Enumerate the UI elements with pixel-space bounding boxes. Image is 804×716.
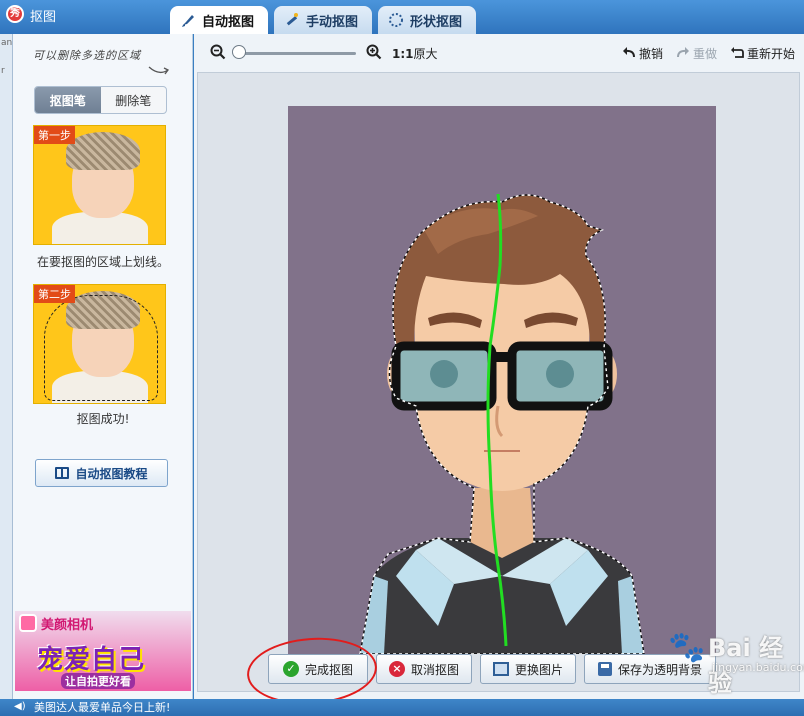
step-two-caption: 抠图成功!: [76, 412, 130, 426]
tab-auto-cutout[interactable]: 自动抠图: [170, 6, 269, 34]
edge-text: r: [1, 66, 5, 76]
tab-label: 自动抠图: [202, 14, 255, 30]
zoom-slider-track[interactable]: [234, 52, 356, 55]
ad-headline: 宠爱自己: [37, 645, 146, 675]
redo-icon: [676, 46, 690, 61]
brush-icon: [180, 12, 196, 28]
brush-tool-group: 抠图笔 删除笔: [34, 86, 167, 114]
zoom-in-icon[interactable]: [366, 44, 382, 60]
step-badge: 第二步: [34, 285, 75, 303]
photo-canvas[interactable]: [288, 106, 716, 654]
book-icon: [55, 467, 70, 479]
speaker-icon: ◀): [14, 701, 26, 712]
undo-icon: [622, 46, 636, 61]
ratio-label: 原大: [413, 47, 438, 61]
ad-banner[interactable]: 美颜相机 宠爱自己 让自拍更好看: [15, 611, 191, 691]
tab-manual-cutout[interactable]: 手动抠图: [274, 6, 373, 34]
cutout-pen-button[interactable]: 抠图笔: [35, 87, 101, 113]
tutorial-button[interactable]: 自动抠图教程: [35, 459, 168, 487]
restart-label: 重新开始: [747, 47, 796, 61]
tab-shape-cutout[interactable]: 形状抠图: [378, 6, 477, 34]
undo-button[interactable]: 撤销: [622, 45, 663, 62]
replace-label: 更换图片: [514, 662, 563, 677]
save-icon: [597, 662, 612, 676]
title-bar: 秀 抠图 自动抠图 手动抠图 形状抠图: [0, 0, 804, 34]
curved-arrow-icon: [147, 64, 171, 76]
selection-outline: [44, 295, 158, 401]
camera-app-icon: [19, 614, 37, 632]
tab-label: 手动抠图: [306, 14, 359, 30]
close-icon: ×: [388, 661, 405, 677]
window-title: 抠图: [30, 10, 57, 25]
cartoon-portrait: [359, 193, 645, 654]
replace-image-button[interactable]: 更换图片: [480, 654, 576, 684]
erase-pen-button[interactable]: 删除笔: [101, 87, 167, 113]
edge-text: an: [1, 38, 13, 48]
undo-label: 撤销: [639, 47, 664, 61]
ad-subline: 让自拍更好看: [61, 673, 135, 689]
step-one-example: 第一步: [33, 125, 166, 245]
view-toolbar: 1:1原大 撤销 重做 重新开始: [194, 34, 804, 72]
zoom-slider-thumb[interactable]: [232, 45, 246, 59]
main-area: 1:1原大 撤销 重做 重新开始 ✓ 完成抠图 × 取消抠图 更换图片 保存为透…: [194, 34, 804, 699]
restart-icon: [730, 46, 744, 61]
hint-text: 可以删除多选的区域: [33, 49, 141, 62]
left-panel: 可以删除多选的区域 抠图笔 删除笔 第一步 在要抠图的区域上划线。 第二步 抠图…: [13, 34, 193, 699]
status-text[interactable]: 美图达人最爱单品今日上新!: [34, 701, 170, 714]
paw-icon: 🐾: [668, 630, 706, 665]
baby-hat: [66, 132, 140, 170]
step-two-example: 第二步: [33, 284, 166, 404]
restart-button[interactable]: 重新开始: [730, 45, 795, 62]
image-icon: [492, 662, 509, 676]
step-one-caption: 在要抠图的区域上划线。: [36, 255, 169, 269]
shape-icon: [388, 12, 404, 28]
watermark: 🐾 Bai 经验 jingyan.baidu.com: [668, 628, 804, 697]
cancel-cutout-button[interactable]: × 取消抠图: [376, 654, 472, 684]
cancel-label: 取消抠图: [410, 662, 459, 677]
redo-button[interactable]: 重做: [676, 45, 717, 62]
tutorial-label: 自动抠图教程: [75, 466, 148, 481]
tab-label: 形状抠图: [410, 14, 463, 30]
app-logo-icon: 秀: [6, 5, 24, 23]
status-bar: ◀) 美图达人最爱单品今日上新!: [0, 699, 804, 716]
zoom-out-icon[interactable]: [210, 44, 226, 60]
canvas-area[interactable]: [197, 72, 800, 692]
actual-size-button[interactable]: 1:1原大: [392, 45, 438, 62]
step-badge: 第一步: [34, 126, 75, 144]
magic-wand-icon: [284, 12, 300, 28]
mode-tabs: 自动抠图 手动抠图 形状抠图: [170, 4, 477, 34]
ad-brand: 美颜相机: [41, 618, 94, 633]
left-edge-strip: an r: [0, 34, 13, 699]
watermark-url: jingyan.baidu.com: [712, 661, 804, 674]
redo-label: 重做: [693, 47, 718, 61]
ratio-value: 1:1: [392, 47, 414, 61]
